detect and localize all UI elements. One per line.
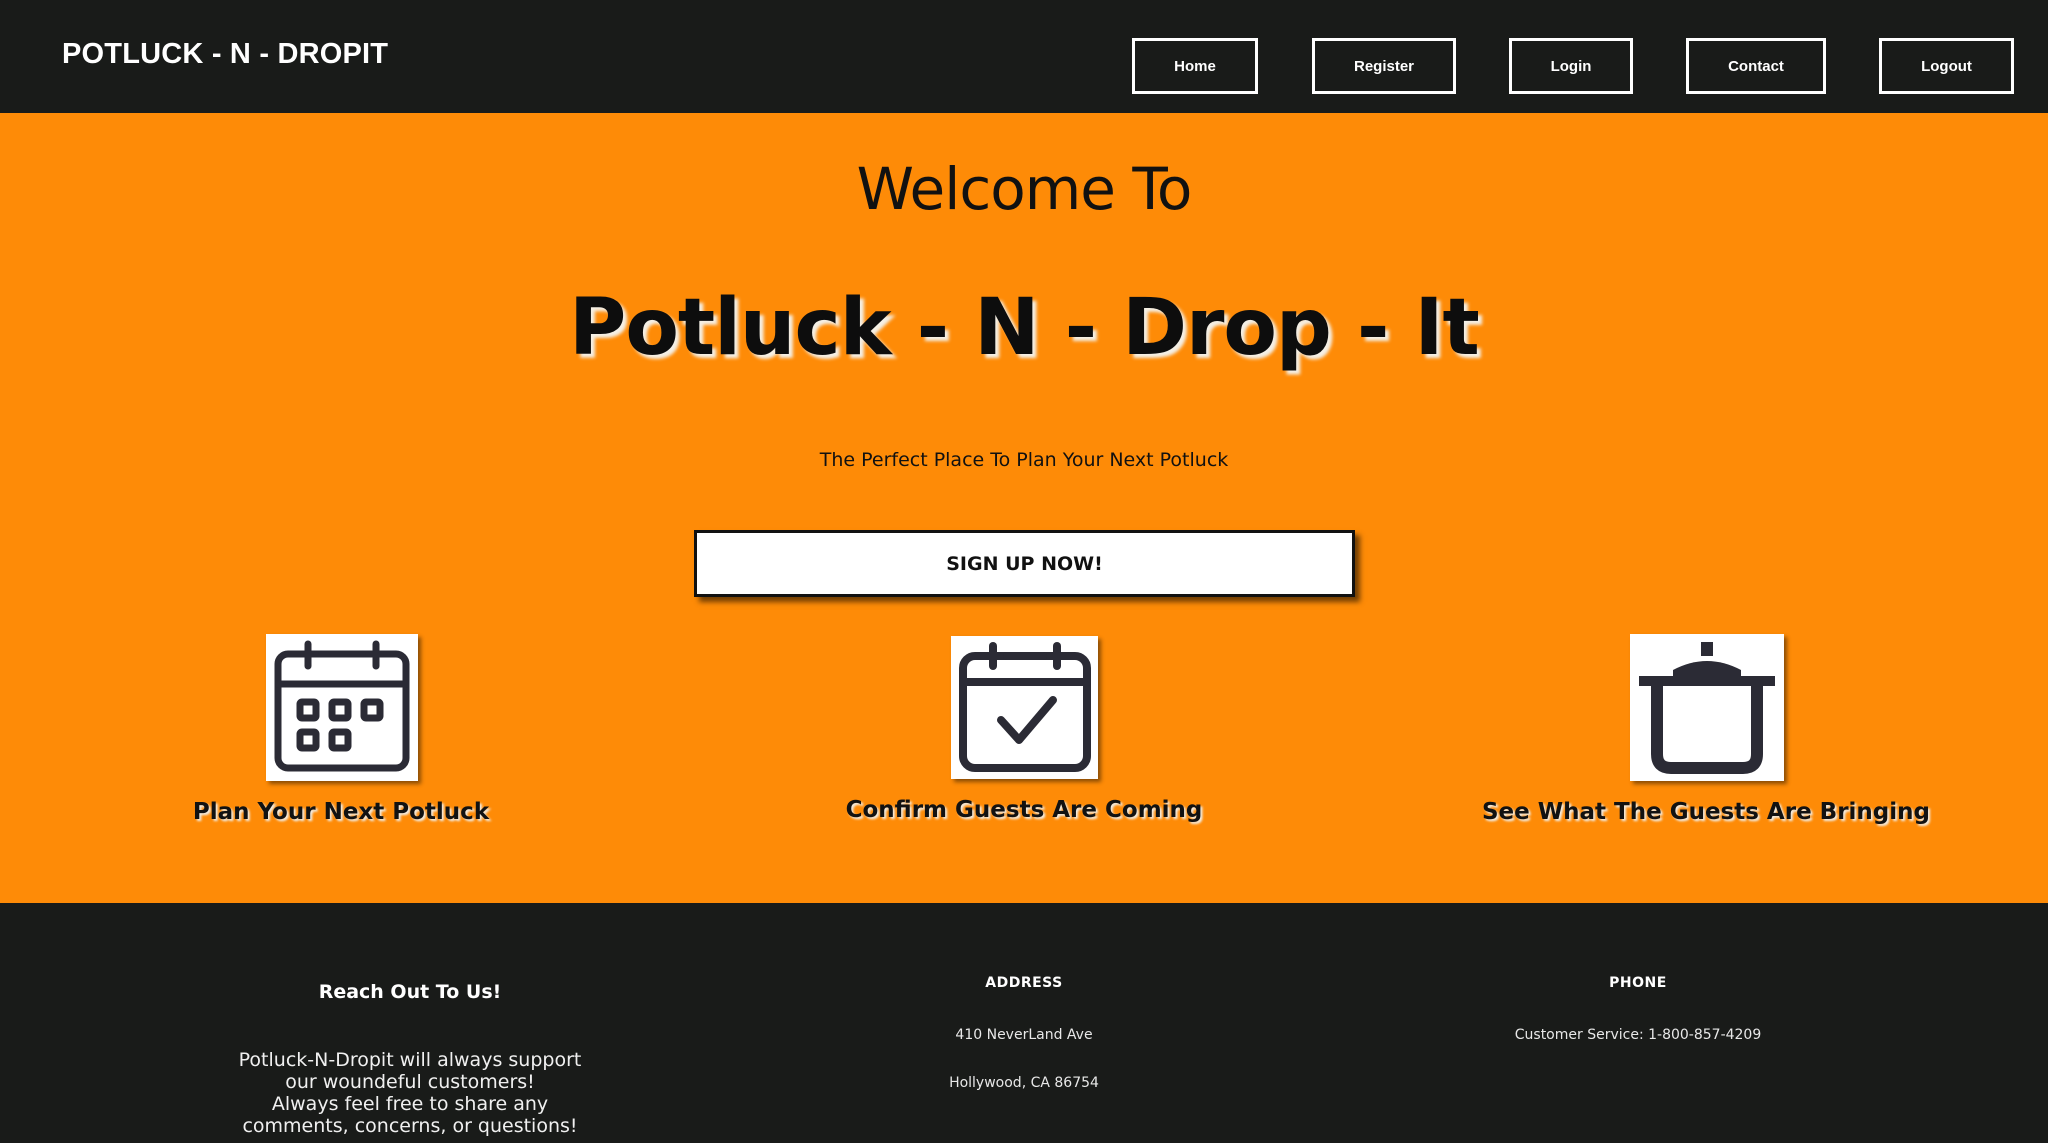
nav-register-button[interactable]: Register (1312, 38, 1456, 94)
calendar-check-icon (951, 636, 1098, 779)
reach-out-line: Always feel free to share any (271, 1093, 549, 1115)
site-title: Potluck - N - Drop - It (569, 283, 1480, 373)
nav-logout-button[interactable]: Logout (1879, 38, 2014, 94)
reach-out-heading: Reach Out To Us! (318, 981, 502, 1003)
brand-logo-text[interactable]: POTLUCK - N - DROPIT (62, 38, 388, 71)
feature-label-plan: Plan Your Next Potluck (192, 799, 490, 825)
phone-heading: PHONE (1609, 975, 1667, 991)
calendar-icon (266, 634, 418, 781)
feature-label-see: See What The Guests Are Bringing (1481, 799, 1930, 825)
reach-out-text: Potluck-N-Dropit will always support our… (190, 1049, 630, 1137)
feature-label-confirm: Confirm Guests Are Coming (845, 797, 1203, 823)
cooking-pot-icon (1630, 634, 1784, 781)
sign-up-button[interactable]: SIGN UP NOW! (694, 530, 1355, 597)
address-heading: ADDRESS (985, 975, 1063, 991)
welcome-heading: Welcome To (856, 155, 1193, 223)
nav-contact-button[interactable]: Contact (1686, 38, 1826, 94)
reach-out-line: comments, concerns, or questions! (242, 1115, 578, 1137)
nav-login-button[interactable]: Login (1509, 38, 1633, 94)
footer: Reach Out To Us! Potluck-N-Dropit will a… (0, 903, 2048, 1143)
hero-section: Welcome To Potluck - N - Drop - It The P… (0, 113, 2048, 903)
address-city: Hollywood, CA 86754 (949, 1075, 1099, 1091)
reach-out-line: our woundeful customers! (285, 1071, 535, 1093)
nav-home-button[interactable]: Home (1132, 38, 1258, 94)
phone-number: Customer Service: 1-800-857-4209 (1514, 1027, 1762, 1043)
address-street: 410 NeverLand Ave (955, 1027, 1093, 1043)
reach-out-line: Potluck-N-Dropit will always support (238, 1049, 582, 1071)
tagline: The Perfect Place To Plan Your Next Potl… (819, 449, 1229, 471)
top-navbar: POTLUCK - N - DROPIT Home Register Login… (0, 0, 2048, 113)
